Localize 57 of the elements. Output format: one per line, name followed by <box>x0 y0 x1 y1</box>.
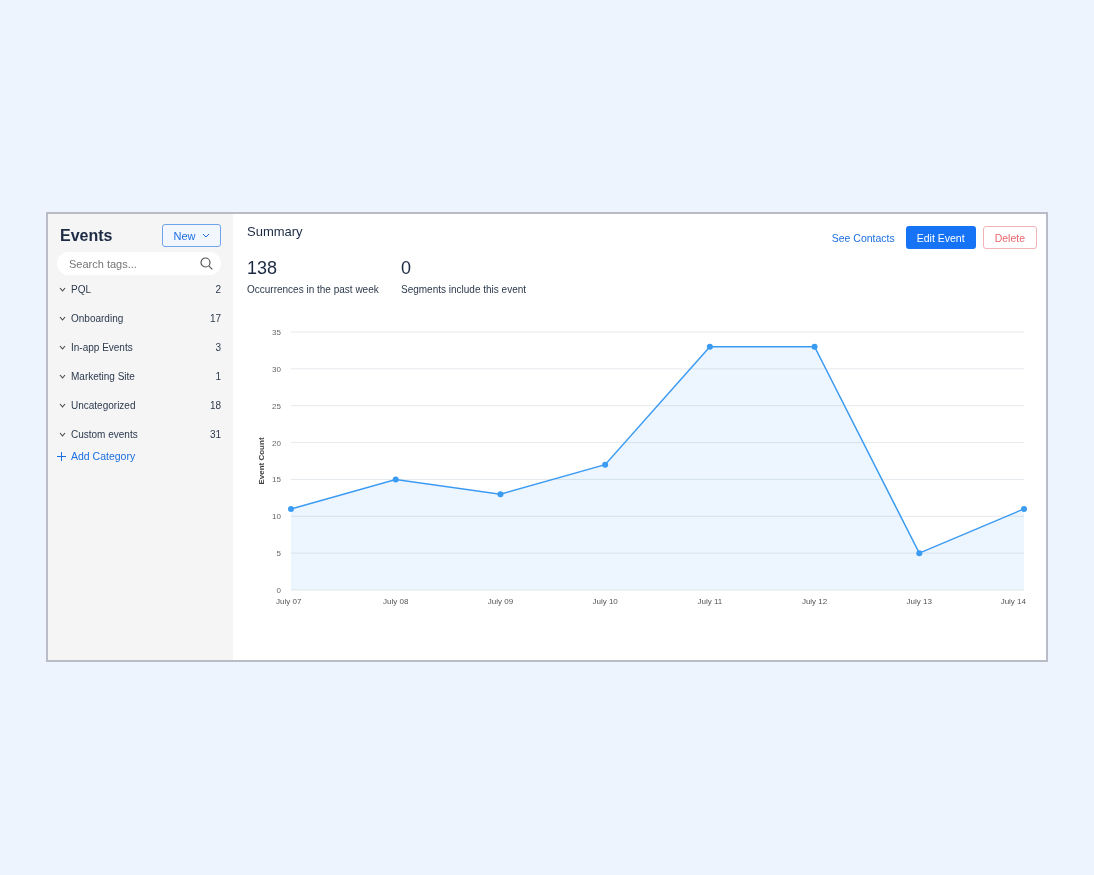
stat-value: 0 <box>401 258 412 279</box>
y-tick-label: 35 <box>272 328 281 337</box>
category-item[interactable]: In-app Events 3 <box>57 333 221 362</box>
y-tick-label: 25 <box>272 401 281 411</box>
category-item[interactable]: PQL 2 <box>57 275 221 304</box>
summary-title: Summary <box>247 224 303 239</box>
y-tick-label: 20 <box>272 438 281 448</box>
category-count: 3 <box>215 342 221 353</box>
category-name: In-app Events <box>71 342 134 353</box>
x-tick-label: July 09 <box>487 597 514 606</box>
y-axis-title: Event Count <box>257 437 266 485</box>
category-count: 18 <box>209 400 221 411</box>
category-name: Onboarding <box>71 313 125 324</box>
search-field[interactable]: Search tags... <box>57 252 221 275</box>
data-point <box>811 343 818 350</box>
category-count: 31 <box>209 429 221 440</box>
stat-value: 138 <box>247 258 279 279</box>
plus-icon <box>57 451 66 461</box>
sidebar-title: Events <box>59 226 113 245</box>
see-contacts-link[interactable]: See Contacts <box>831 231 895 244</box>
y-tick-label: 5 <box>276 549 281 559</box>
category-name: Marketing Site <box>71 371 136 382</box>
new-button[interactable]: New <box>162 224 221 247</box>
data-point <box>706 343 713 350</box>
x-tick-label: July 07 <box>276 597 302 606</box>
category-count: 17 <box>209 313 221 324</box>
data-point <box>602 461 609 468</box>
x-tick-label: July 14 <box>1000 597 1026 606</box>
y-tick-label: 15 <box>272 475 281 485</box>
edit-event-button[interactable]: Edit Event <box>905 226 976 249</box>
y-tick-label: 10 <box>272 512 281 522</box>
data-point <box>288 505 294 512</box>
x-tick-label: July 10 <box>592 597 618 606</box>
stat-label: Segments include this event <box>401 284 528 295</box>
x-tick-label: July 13 <box>906 597 932 606</box>
y-tick-label: 0 <box>276 586 281 595</box>
category-name: PQL <box>71 284 92 295</box>
data-point <box>1021 505 1027 512</box>
x-tick-label: July 12 <box>801 597 828 606</box>
category-item[interactable]: Custom events 31 <box>57 420 221 449</box>
search-icon <box>200 257 213 270</box>
category-item[interactable]: Onboarding 17 <box>57 304 221 333</box>
category-name: Custom events <box>71 429 139 440</box>
stat-label: Occurrences in the past week <box>247 284 380 295</box>
data-point <box>916 550 923 557</box>
x-tick-label: July 08 <box>383 597 409 606</box>
y-tick-label: 30 <box>272 364 281 374</box>
x-tick-label: July 11 <box>697 597 723 606</box>
add-category-link[interactable]: Add Category <box>57 450 221 462</box>
category-item[interactable]: Uncategorized 18 <box>57 391 221 420</box>
category-name: Uncategorized <box>71 400 137 411</box>
chevron-down-icon <box>201 233 210 238</box>
data-point <box>392 476 399 483</box>
data-point <box>497 491 504 498</box>
category-count: 1 <box>215 371 221 382</box>
category-item[interactable]: Marketing Site 1 <box>57 362 221 391</box>
category-count: 2 <box>215 284 221 295</box>
